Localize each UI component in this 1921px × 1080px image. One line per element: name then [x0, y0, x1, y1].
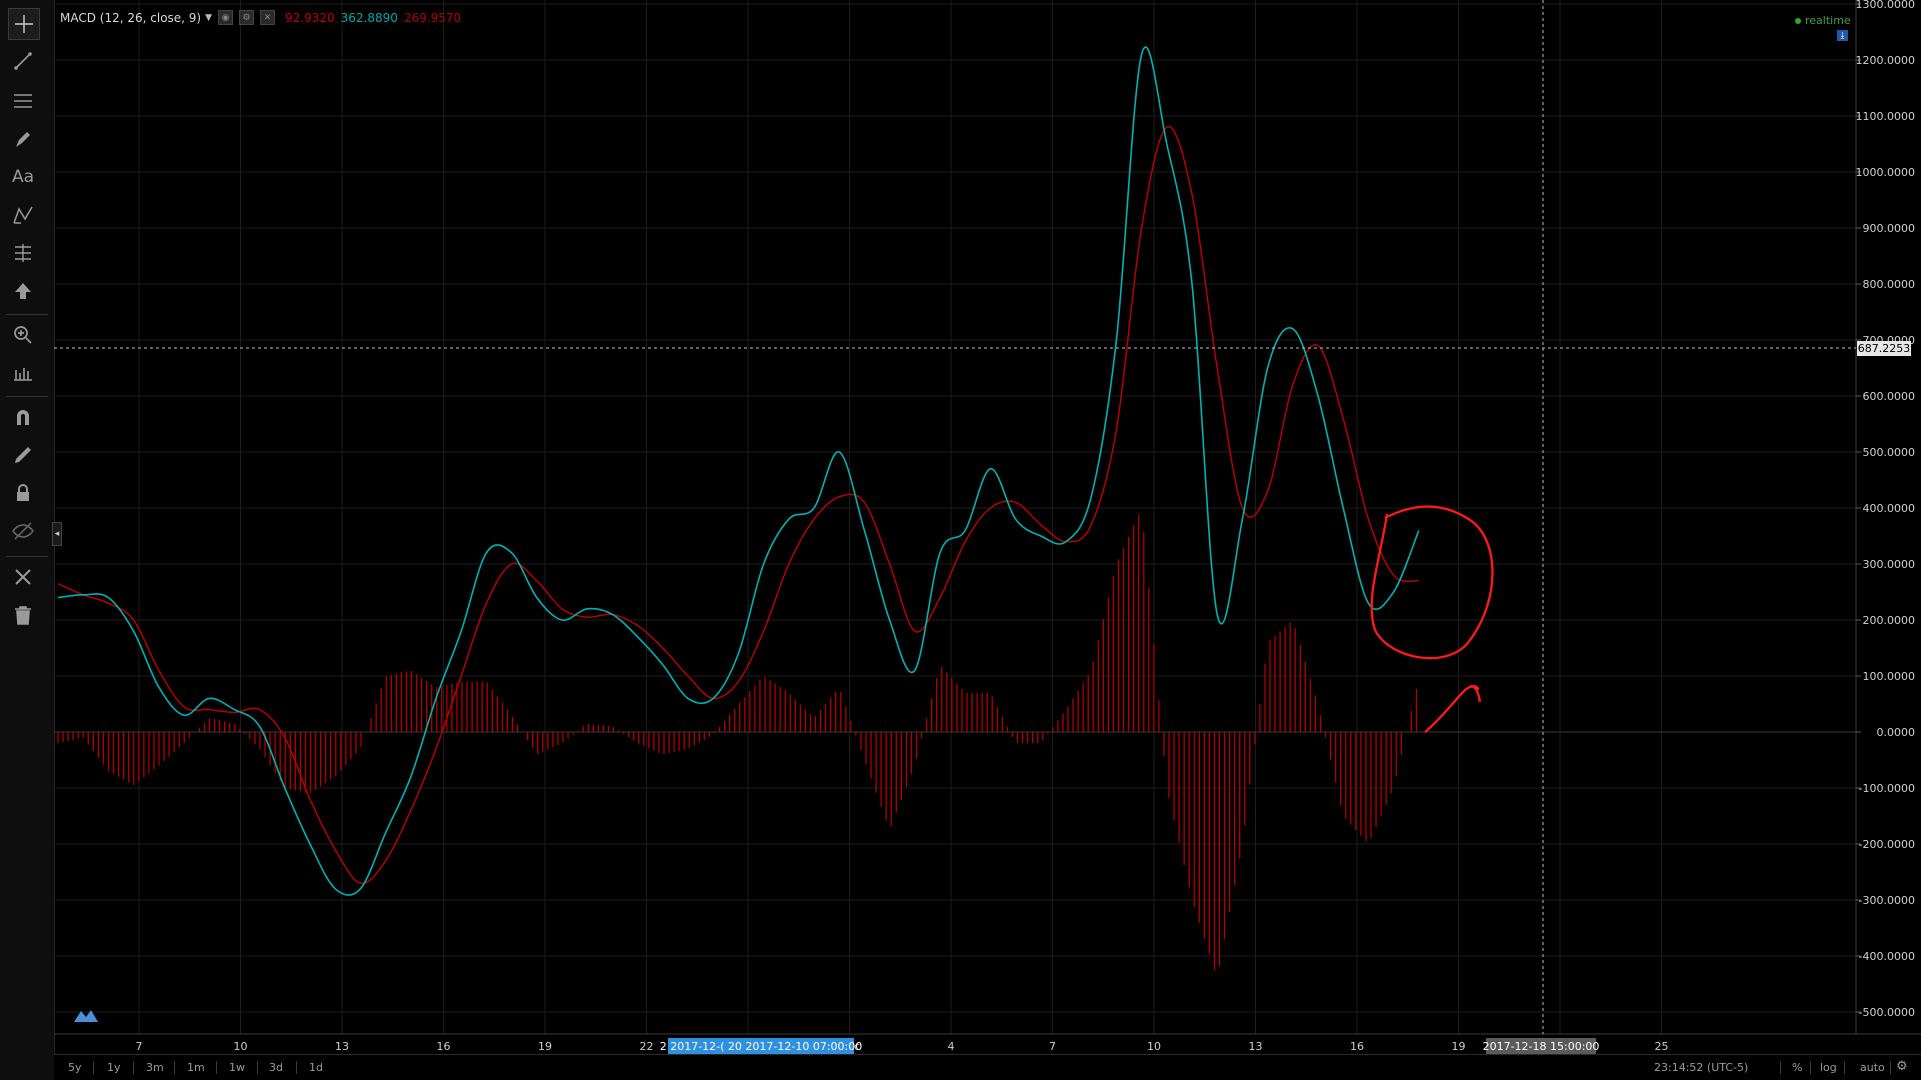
- x-tick-label: 13: [1249, 1040, 1263, 1053]
- x-tick-label: 4: [948, 1040, 955, 1053]
- y-tick-label: 300.0000: [1863, 558, 1916, 571]
- realtime-label: realtime: [1805, 14, 1851, 27]
- y-tick-label: 1000.0000: [1856, 166, 1916, 179]
- x-tick-label: 10: [234, 1040, 248, 1053]
- close-icon[interactable]: ✕: [260, 10, 276, 25]
- clock-label[interactable]: 23:14:52 (UTC-5): [1654, 1061, 1748, 1074]
- bottom-toolbar: 5y 1y 3m 1m 1w 3d 1d 23:14:52 (UTC-5) % …: [54, 1054, 1921, 1080]
- y-tick-label: 900.0000: [1863, 222, 1916, 235]
- y-tick-label: 1200.0000: [1856, 54, 1916, 67]
- settings-icon[interactable]: ⚙: [239, 10, 255, 25]
- crosshair-price-label: 687.2253: [1858, 342, 1911, 355]
- y-tick-label: 1100.0000: [1856, 110, 1916, 123]
- y-tick-label: 500.0000: [1863, 446, 1916, 459]
- period-5y[interactable]: 5y: [68, 1061, 82, 1074]
- x-tick-label: 22: [640, 1040, 654, 1053]
- y-tick-label: -500.0000: [1859, 1006, 1915, 1019]
- x-tick-label: 7: [1049, 1040, 1056, 1053]
- y-tick-label: 600.0000: [1863, 390, 1916, 403]
- scroll-to-latest-icon[interactable]: ⤓: [1837, 30, 1848, 41]
- study-name[interactable]: MACD (12, 26, close, 9): [60, 11, 201, 25]
- y-tick-label: 1300.0000: [1856, 0, 1916, 11]
- tradingview-logo-icon: [74, 1010, 98, 1022]
- period-1d[interactable]: 1d: [309, 1061, 323, 1074]
- x-tick-label: 16: [1350, 1040, 1364, 1053]
- y-tick-label: 100.0000: [1863, 670, 1916, 683]
- settings-gear-icon[interactable]: ⚙: [1896, 1059, 1908, 1074]
- time-axis: 7101316192225Dec47101316192225: [54, 1033, 1921, 1053]
- auto-toggle[interactable]: auto: [1860, 1061, 1885, 1074]
- y-tick-label: -200.0000: [1859, 838, 1915, 851]
- y-tick-label: 800.0000: [1863, 278, 1916, 291]
- period-1y[interactable]: 1y: [107, 1061, 121, 1074]
- y-tick-label: -100.0000: [1859, 782, 1915, 795]
- visibility-icon[interactable]: ◉: [218, 10, 234, 25]
- y-tick-label: 400.0000: [1863, 502, 1916, 515]
- y-tick-label: -400.0000: [1859, 950, 1915, 963]
- x-tick-label: 16: [437, 1040, 451, 1053]
- percent-toggle[interactable]: %: [1792, 1061, 1802, 1074]
- period-1m[interactable]: 1m: [187, 1061, 205, 1074]
- chart-grid: [54, 0, 1856, 1034]
- y-tick-label: 0.0000: [1877, 726, 1916, 739]
- histogram-value: 92.9320: [285, 10, 335, 25]
- study-legend: MACD (12, 26, close, 9) ▼ ◉ ⚙ ✕ 92.9320 …: [60, 10, 461, 25]
- status-dot-icon: [1795, 18, 1801, 24]
- x-tick-label: 25: [1655, 1040, 1669, 1053]
- signal-value: 269.9570: [403, 10, 462, 25]
- macd-value: 362.8890: [340, 10, 398, 25]
- y-tick-label: 200.0000: [1863, 614, 1916, 627]
- crosshair-time-label: 2017-12-18 15:00:00: [1483, 1040, 1600, 1053]
- x-tick-label: 19: [1452, 1040, 1466, 1053]
- price-axis: 1300.0000 1200.0000 1100.0000 1000.0000 900.…: [1855, 0, 1916, 1034]
- realtime-status: realtime: [1795, 14, 1851, 27]
- annotation-arrow: [1424, 684, 1482, 733]
- time-selection-label: 2 2017-12-( 20 2017-12-10 07:00:00: [660, 1040, 863, 1053]
- chevron-down-icon[interactable]: ▼: [205, 13, 212, 23]
- period-3d[interactable]: 3d: [269, 1061, 283, 1074]
- x-tick-label: 13: [335, 1040, 349, 1053]
- period-1w[interactable]: 1w: [229, 1061, 245, 1074]
- log-toggle[interactable]: log: [1820, 1061, 1837, 1074]
- y-tick-label: -300.0000: [1859, 894, 1915, 907]
- annotation-circle: [1370, 505, 1494, 660]
- macd-chart[interactable]: 1300.0000 1200.0000 1100.0000 1000.0000 900.…: [0, 0, 1921, 1080]
- x-tick-label: 7: [136, 1040, 143, 1053]
- x-tick-label: 19: [538, 1040, 552, 1053]
- x-tick-label: 10: [1147, 1040, 1161, 1053]
- period-3m[interactable]: 3m: [146, 1061, 164, 1074]
